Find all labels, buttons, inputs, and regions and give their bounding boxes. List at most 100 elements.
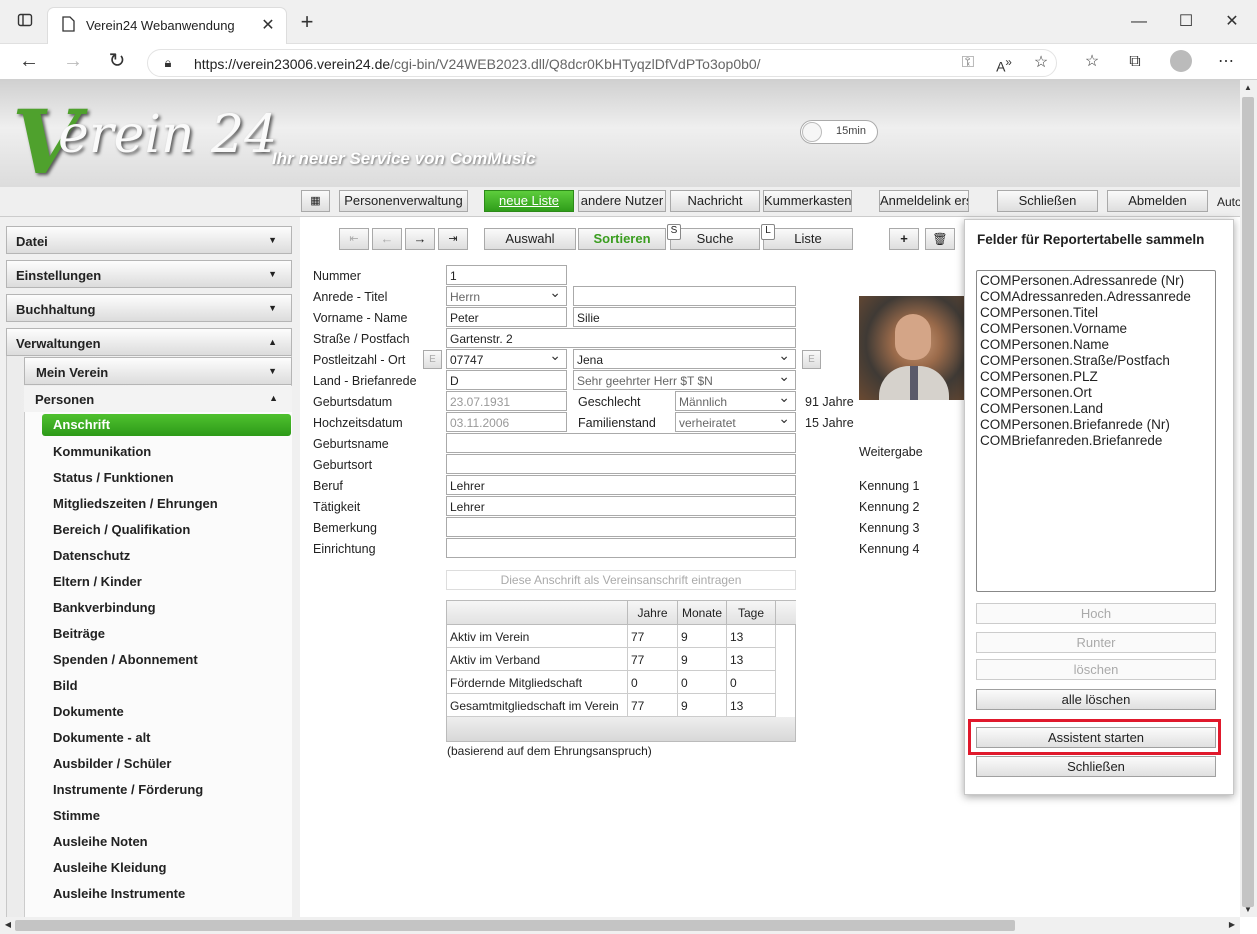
favorites-icon[interactable]: ☆ (1081, 52, 1103, 72)
close-tab-icon[interactable]: ✕ (258, 16, 278, 36)
bemerkung-input[interactable] (446, 517, 796, 537)
collections-icon[interactable]: ⧉ (1124, 52, 1146, 72)
tab-actions-icon[interactable] (14, 12, 36, 34)
first-record-button[interactable]: ⇤ (339, 228, 369, 250)
geschlecht-select[interactable]: Männlich (675, 391, 796, 411)
list-item[interactable]: COMPersonen.PLZ (980, 369, 1212, 385)
list-item[interactable]: COMBriefanreden.Briefanrede (980, 433, 1212, 449)
last-record-button[interactable]: ⇥ (438, 228, 468, 250)
new-tab-icon[interactable]: + (296, 11, 318, 33)
minimize-icon[interactable]: — (1128, 12, 1150, 32)
taetigkeit-input[interactable]: Lehrer (446, 496, 796, 516)
geburtsname-input[interactable] (446, 433, 796, 453)
list-item[interactable]: COMPersonen.Titel (980, 305, 1212, 321)
sidebar-section-datei[interactable]: Datei ▼ (6, 226, 292, 254)
sidebar-item-instrumente[interactable]: Instrumente / Förderung (53, 782, 203, 797)
auswahl-button[interactable]: Auswahl (484, 228, 576, 250)
geburtsdatum-input[interactable]: 23.07.1931 (446, 391, 567, 411)
lock-icon[interactable]: 🔒︎ (160, 53, 176, 73)
hoch-button[interactable]: Hoch (976, 603, 1216, 624)
personenverwaltung-button[interactable]: Personenverwaltung (339, 190, 468, 212)
sidebar-section-einstellungen[interactable]: Einstellungen ▼ (6, 260, 292, 288)
sidebar-item-kommunikation[interactable]: Kommunikation (53, 444, 151, 459)
read-aloud-icon[interactable]: A» (993, 53, 1015, 77)
scroll-down-icon[interactable]: ▼ (1242, 903, 1254, 917)
list-item[interactable]: COMAdressanreden.Adressanrede (980, 289, 1212, 305)
neue-liste-button[interactable]: neue Liste (484, 190, 574, 212)
favorite-add-icon[interactable]: ☆ (1030, 53, 1052, 73)
list-item[interactable]: COMPersonen.Briefanrede (Nr) (980, 417, 1212, 433)
close-window-icon[interactable]: ✕ (1221, 12, 1243, 32)
familienstand-select[interactable]: verheiratet (675, 412, 796, 432)
andere-nutzer-button[interactable]: andere Nutzer (578, 190, 666, 212)
kummerkasten-button[interactable]: Kummerkasten (763, 190, 852, 212)
sidebar-item-status[interactable]: Status / Funktionen (53, 470, 174, 485)
forward-icon[interactable]: → (62, 51, 84, 71)
sidebar-section-verwaltungen[interactable]: Verwaltungen ▲ (6, 328, 292, 356)
list-item[interactable]: COMPersonen.Name (980, 337, 1212, 353)
sidebar-section-buchhaltung[interactable]: Buchhaltung ▼ (6, 294, 292, 322)
ort-edit-button[interactable]: E (802, 350, 821, 369)
list-item[interactable]: COMPersonen.Land (980, 401, 1212, 417)
maximize-icon[interactable]: ☐ (1175, 12, 1197, 32)
vorname-input[interactable]: Peter (446, 307, 567, 327)
sidebar-item-ausleihe-noten[interactable]: Ausleihe Noten (53, 834, 148, 849)
profile-avatar[interactable] (1170, 50, 1192, 72)
sortieren-button[interactable]: Sortieren (578, 228, 666, 250)
list-item[interactable]: COMPersonen.Straße/Postfach (980, 353, 1212, 369)
sidebar-item-anschrift[interactable]: Anschrift (42, 414, 291, 436)
sidebar-item-bankverbindung[interactable]: Bankverbindung (53, 600, 156, 615)
sidebar-item-mitgliedszeiten[interactable]: Mitgliedszeiten / Ehrungen (53, 496, 218, 511)
name-input[interactable]: Silie (573, 307, 796, 327)
sidebar-item-bereich[interactable]: Bereich / Qualifikation (53, 522, 190, 537)
more-icon[interactable]: ⋯ (1215, 52, 1237, 72)
ort-select[interactable]: Jena (573, 349, 796, 369)
fields-listbox[interactable]: COMPersonen.Adressanrede (Nr) COMAdressa… (976, 270, 1216, 592)
sidebar-item-beitraege[interactable]: Beiträge (53, 626, 105, 641)
vertical-scroll-thumb[interactable] (1242, 97, 1254, 907)
hochzeitsdatum-input[interactable]: 03.11.2006 (446, 412, 567, 432)
next-record-button[interactable]: → (405, 228, 435, 250)
sidebar-item-ausleihe-instrumente[interactable]: Ausleihe Instrumente (53, 886, 185, 901)
anrede-select[interactable]: Herrn (446, 286, 567, 306)
list-item[interactable]: COMPersonen.Vorname (980, 321, 1212, 337)
scroll-left-icon[interactable]: ◀ (2, 918, 14, 932)
sidebar-item-ausleihe-kleidung[interactable]: Ausleihe Kleidung (53, 860, 166, 875)
sidebar-item-ausbilder[interactable]: Ausbilder / Schüler (53, 756, 171, 771)
refresh-icon[interactable]: ↻ (106, 51, 128, 71)
sidebar-item-spenden[interactable]: Spenden / Abonnement (53, 652, 198, 667)
suche-button[interactable]: Suche (670, 228, 760, 250)
popup-schliessen-button[interactable]: Schließen (976, 756, 1216, 777)
abmelden-button[interactable]: Abmelden (1107, 190, 1208, 212)
list-item[interactable]: COMPersonen.Ort (980, 385, 1212, 401)
menu-toggle-button[interactable]: ▦ (301, 190, 330, 212)
session-timer-toggle[interactable]: 15min (800, 120, 878, 144)
sidebar-item-eltern[interactable]: Eltern / Kinder (53, 574, 142, 589)
scroll-up-icon[interactable]: ▲ (1242, 80, 1254, 96)
delete-record-button[interactable]: 🗑︎ (925, 228, 955, 250)
geburtsort-input[interactable] (446, 454, 796, 474)
briefanrede-select[interactable]: Sehr geehrter Herr $T $N (573, 370, 796, 390)
strasse-input[interactable]: Gartenstr. 2 (446, 328, 796, 348)
einrichtung-input[interactable] (446, 538, 796, 558)
horizontal-scroll-thumb[interactable] (15, 920, 1015, 931)
schliessen-button[interactable]: Schließen (997, 190, 1098, 212)
plz-edit-button[interactable]: E (423, 350, 442, 369)
land-input[interactable]: D (446, 370, 567, 390)
runter-button[interactable]: Runter (976, 632, 1216, 653)
vereinsanschrift-button[interactable]: Diese Anschrift als Vereinsanschrift ein… (446, 570, 796, 590)
key-icon[interactable]: ⚿ (958, 53, 978, 73)
browser-tab[interactable]: Verein24 Webanwendung ✕ (47, 7, 287, 44)
nummer-input[interactable]: 1 (446, 265, 567, 285)
anmeldelink-button[interactable]: Anmeldelink erst (879, 190, 969, 212)
sidebar-item-dokumente-alt[interactable]: Dokumente - alt (53, 730, 151, 745)
beruf-input[interactable]: Lehrer (446, 475, 796, 495)
back-icon[interactable]: ← (18, 51, 40, 71)
address-field[interactable]: 🔒︎ https://verein23006.verein24.de/cgi-b… (147, 49, 1057, 77)
add-record-button[interactable]: + (889, 228, 919, 250)
loeschen-button[interactable]: löschen (976, 659, 1216, 680)
nachricht-button[interactable]: Nachricht (670, 190, 760, 212)
sidebar-item-bild[interactable]: Bild (53, 678, 78, 693)
plz-select[interactable]: 07747 (446, 349, 567, 369)
list-item[interactable]: COMPersonen.Adressanrede (Nr) (980, 273, 1212, 289)
